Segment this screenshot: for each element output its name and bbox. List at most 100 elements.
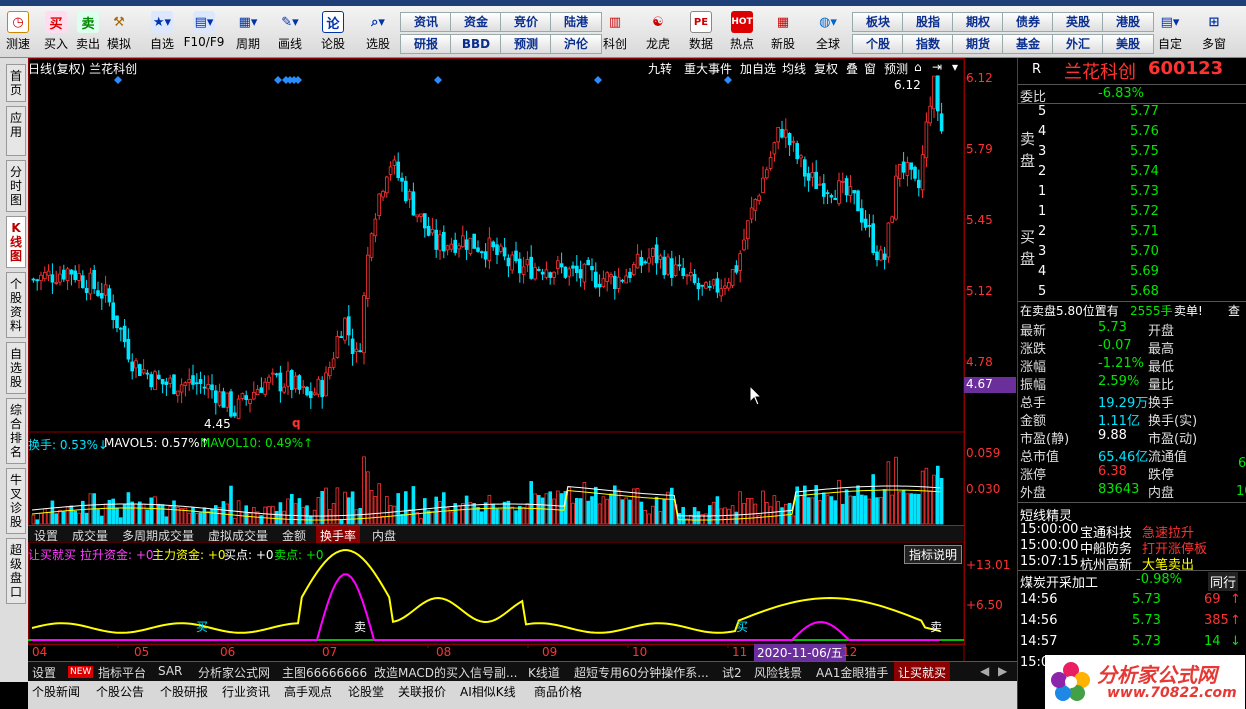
custom-button[interactable]: ▤▾ 自定: [1152, 8, 1188, 56]
grid-auction[interactable]: 竞价: [500, 12, 552, 32]
dragon-tiger-button[interactable]: ☯ 龙虎: [640, 8, 676, 56]
vol-tab-volume[interactable]: 成交量: [72, 527, 108, 544]
chart-canvas[interactable]: [28, 58, 1017, 661]
chart-menu-events[interactable]: 重大事件: [684, 60, 732, 77]
vol-tab-multi-period[interactable]: 多周期成交量: [122, 527, 194, 544]
grid-hk-connect[interactable]: 陆港: [550, 12, 602, 32]
sector-name[interactable]: 煤炭开采加工: [1020, 572, 1098, 591]
grid-shanghai-london[interactable]: 沪伦: [550, 34, 602, 54]
ipo-button[interactable]: ▦ 新股: [766, 8, 800, 56]
ind-tab-kline-dao[interactable]: K线道: [528, 664, 560, 680]
notice-view-button[interactable]: 查: [1228, 302, 1240, 319]
hotspot-button[interactable]: HOT 热点: [726, 8, 758, 56]
ind-tab-risk[interactable]: 风险钱景: [754, 664, 802, 680]
ind-tab-active[interactable]: 让买就买: [894, 662, 951, 681]
grid-forex[interactable]: 外汇: [1052, 34, 1104, 54]
lock-icon[interactable]: ⌂: [914, 60, 922, 74]
chevron-down-icon[interactable]: ▾: [952, 60, 958, 74]
discuss-stock-button[interactable]: 论论股: [318, 8, 348, 56]
news-tab-announcements[interactable]: 个股公告: [96, 683, 144, 699]
candle-body: [42, 272, 47, 280]
news-tab-stock-news[interactable]: 个股新闻: [32, 683, 80, 699]
chart-menu-window[interactable]: 窗: [864, 60, 876, 77]
news-tab-ai-kline[interactable]: AI相似K线: [460, 683, 516, 699]
chart-menu-forecast[interactable]: 预测: [884, 60, 908, 77]
grid-futures[interactable]: 期货: [952, 34, 1004, 54]
news-tab-related[interactable]: 关联报价: [398, 683, 446, 699]
vol-tab-amount[interactable]: 金额: [282, 527, 306, 544]
turnover-bar: [491, 503, 495, 525]
tab-ranking[interactable]: 综合排名: [6, 398, 26, 464]
tab-intraday[interactable]: 分时图: [6, 160, 26, 212]
tab-kline[interactable]: K线图: [6, 216, 26, 268]
draw-line-button[interactable]: ✎▾ 画线: [272, 8, 308, 56]
f10-button[interactable]: ▤▾ F10/F9: [184, 8, 224, 56]
data-button[interactable]: PE 数据: [684, 8, 718, 56]
period-button[interactable]: ▦▾ 周期: [230, 8, 266, 56]
news-tab-forum[interactable]: 论股堂: [348, 683, 384, 699]
candle-body: [814, 171, 818, 190]
grid-sector[interactable]: 板块: [852, 12, 904, 32]
star-market-button[interactable]: ▥ 科创: [598, 8, 632, 56]
chart-menu-overlay[interactable]: 叠: [846, 60, 858, 77]
tabs-scroll-right-icon[interactable]: ▶: [998, 664, 1007, 680]
grid-funds[interactable]: 资金: [450, 12, 502, 32]
grid-index[interactable]: 股指: [902, 12, 954, 32]
ind-tab-settings[interactable]: 设置: [32, 664, 56, 680]
ind-tab-60min[interactable]: 超短专用60分钟操作系...: [574, 664, 709, 680]
grid-indices[interactable]: 指数: [902, 34, 954, 54]
watchlist-button[interactable]: ★▾ 自选: [144, 8, 180, 56]
vol-tab-turnover[interactable]: 换手率: [316, 526, 361, 543]
multi-window-button[interactable]: ⊞ 多窗: [1196, 8, 1232, 56]
news-tab-experts[interactable]: 高手观点: [284, 683, 332, 699]
ind-tab-platform[interactable]: 指标平台: [98, 664, 146, 680]
buy-button[interactable]: 买买入: [42, 8, 70, 56]
ind-tab-main[interactable]: 主图66666666: [282, 664, 367, 680]
grid-bonds[interactable]: 债券: [1002, 12, 1054, 32]
grid-funds2[interactable]: 基金: [1002, 34, 1054, 54]
grid-news[interactable]: 资讯: [400, 12, 452, 32]
vol-tab-inner[interactable]: 内盘: [372, 527, 396, 544]
news-tab-commodity[interactable]: 商品价格: [534, 683, 582, 699]
grid-hk-stocks[interactable]: 港股: [1102, 12, 1154, 32]
speed-test-button[interactable]: ◷ 测速: [4, 8, 32, 56]
grid-options[interactable]: 期权: [952, 12, 1004, 32]
indicator-help-button[interactable]: 指标说明: [904, 545, 963, 564]
grid-research[interactable]: 研报: [400, 34, 452, 54]
tab-super-level[interactable]: 超级盘口: [6, 538, 26, 604]
tab-watchlist[interactable]: 自选股: [6, 342, 26, 394]
tab-stock-info[interactable]: 个股资料: [6, 272, 26, 338]
stock-picker-button[interactable]: ⌕▾ 选股: [360, 8, 396, 56]
news-tab-research[interactable]: 个股研报: [160, 683, 208, 699]
grid-stock[interactable]: 个股: [852, 34, 904, 54]
chart-menu-ma[interactable]: 均线: [782, 60, 806, 77]
pin-icon[interactable]: ⇥: [932, 60, 942, 74]
chart-menu-add-watch[interactable]: 加自选: [740, 60, 776, 77]
ind-tab-macd[interactable]: 改造MACD的买入信号副...: [374, 664, 517, 680]
sell-button[interactable]: 卖卖出: [74, 8, 102, 56]
tab-apps[interactable]: 应用: [6, 106, 26, 156]
turnover-bar: [160, 504, 165, 525]
sector-peers-tab[interactable]: 同行: [1208, 572, 1239, 591]
ind-tab-golden-eye[interactable]: AA1金眼猎手: [816, 664, 888, 680]
kline-chart-area[interactable]: 日线(复权) 兰花科创 九转 重大事件 加自选 均线 复权 叠 窗 预测 ⌂ ⇥…: [28, 58, 1017, 682]
tab-home[interactable]: 首页: [6, 64, 26, 102]
vol-tab-virtual[interactable]: 虚拟成交量: [208, 527, 268, 544]
tabs-scroll-left-icon[interactable]: ◀: [980, 664, 989, 680]
simulate-button[interactable]: ⚒ 模拟: [104, 8, 134, 56]
candle-body: [685, 274, 689, 277]
vol-tab-settings[interactable]: 设置: [34, 527, 58, 544]
ind-tab-sar[interactable]: SAR: [158, 664, 182, 680]
grid-bbd[interactable]: BBD: [450, 34, 502, 54]
grid-forecast[interactable]: 预测: [500, 34, 552, 54]
chart-menu-adjust[interactable]: 复权: [814, 60, 838, 77]
grid-uk-stocks[interactable]: 英股: [1052, 12, 1104, 32]
global-button[interactable]: ◍▾ 全球: [810, 8, 846, 56]
sell-side-label: 卖盘: [1020, 130, 1036, 170]
ind-tab-test2[interactable]: 试2: [722, 664, 742, 680]
grid-us-stocks[interactable]: 美股: [1102, 34, 1154, 54]
ind-tab-formula-site[interactable]: 分析家公式网: [198, 664, 270, 680]
news-tab-industry[interactable]: 行业资讯: [222, 683, 270, 699]
chart-menu-jiuzhuan[interactable]: 九转: [648, 60, 672, 77]
tab-diagnosis[interactable]: 牛叉诊股: [6, 468, 26, 534]
